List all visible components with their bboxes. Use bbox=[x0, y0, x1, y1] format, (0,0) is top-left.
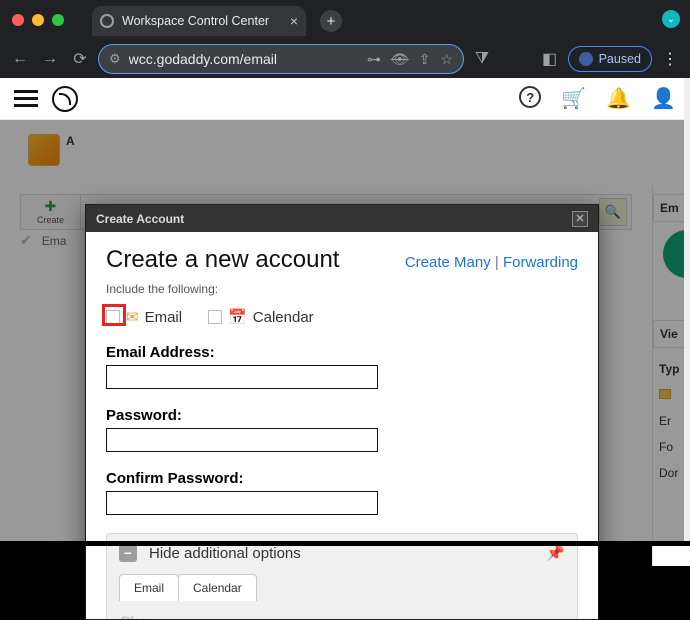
tab-overflow-icon[interactable]: ⌄ bbox=[662, 10, 680, 28]
browser-toolbar: ← → ⟳ ⚙ wcc.godaddy.com/email ⊶ 👁 ⇪ ☆ ⧩ … bbox=[0, 40, 690, 78]
modal-heading: Create a new account bbox=[106, 246, 339, 274]
cart-icon[interactable]: 🛒 bbox=[561, 86, 586, 111]
envelope-icon: ✉ bbox=[126, 308, 139, 326]
reload-icon[interactable]: ⟳ bbox=[68, 47, 92, 71]
email-address-input[interactable] bbox=[106, 365, 378, 389]
plan-label: Plan: bbox=[121, 613, 565, 619]
site-topnav: ? 🛒 🔔 👤 bbox=[0, 78, 690, 120]
option-calendar-label: Calendar bbox=[253, 309, 314, 326]
email-address-label: Email Address: bbox=[106, 344, 578, 361]
password-label: Password: bbox=[106, 407, 578, 424]
tab-favicon-icon bbox=[100, 14, 114, 28]
include-calendar-option[interactable]: 📅 Calendar bbox=[208, 308, 314, 326]
browser-tab[interactable]: Workspace Control Center × bbox=[92, 6, 306, 36]
collapse-icon[interactable]: − bbox=[119, 544, 137, 562]
account-icon[interactable]: 👤 bbox=[651, 86, 676, 111]
pin-icon[interactable]: 📌 bbox=[546, 544, 565, 562]
forwarding-link[interactable]: Forwarding bbox=[503, 254, 578, 271]
window-bottom-edge bbox=[0, 541, 690, 546]
link-separator: | bbox=[495, 254, 503, 271]
confirm-password-label: Confirm Password: bbox=[106, 470, 578, 487]
site-settings-icon[interactable]: ⚙ bbox=[109, 51, 121, 67]
maximize-window-icon[interactable] bbox=[52, 14, 64, 26]
paused-label: Paused bbox=[599, 52, 641, 66]
notifications-icon[interactable]: 🔔 bbox=[606, 86, 631, 111]
additional-options-panel: − Hide additional options 📌 Email Calend… bbox=[106, 533, 578, 619]
extensions-icon[interactable]: ⧩ bbox=[470, 47, 494, 71]
browser-menu-icon[interactable]: ⋮ bbox=[658, 49, 682, 69]
modal-close-button[interactable]: ✕ bbox=[572, 211, 588, 227]
help-icon[interactable]: ? bbox=[519, 86, 541, 108]
incognito-off-icon[interactable]: 👁 bbox=[391, 51, 409, 68]
confirm-password-input[interactable] bbox=[106, 491, 378, 515]
profile-paused-chip[interactable]: Paused bbox=[568, 46, 652, 72]
url-text: wcc.godaddy.com/email bbox=[129, 51, 359, 67]
include-label: Include the following: bbox=[106, 282, 578, 296]
bookmark-icon[interactable]: ☆ bbox=[440, 51, 453, 68]
additional-options-label[interactable]: Hide additional options bbox=[149, 545, 301, 562]
minimize-window-icon[interactable] bbox=[32, 14, 44, 26]
address-bar[interactable]: ⚙ wcc.godaddy.com/email ⊶ 👁 ⇪ ☆ bbox=[98, 44, 464, 74]
options-tab-calendar[interactable]: Calendar bbox=[178, 574, 257, 601]
option-email-label: Email bbox=[145, 309, 183, 326]
tab-close-icon[interactable]: × bbox=[290, 13, 298, 29]
share-icon[interactable]: ⇪ bbox=[419, 51, 431, 68]
create-account-modal: Create Account ✕ Create a new account Cr… bbox=[85, 204, 599, 620]
tab-title: Workspace Control Center bbox=[122, 14, 269, 28]
nav-back-icon[interactable]: ← bbox=[8, 47, 32, 71]
modal-header-links: Create Many | Forwarding bbox=[405, 254, 578, 271]
browser-chrome: Workspace Control Center × + ⌄ ← → ⟳ ⚙ w… bbox=[0, 0, 690, 78]
calendar-icon: 📅 bbox=[228, 308, 247, 326]
create-many-link[interactable]: Create Many bbox=[405, 254, 491, 271]
key-icon[interactable]: ⊶ bbox=[367, 51, 381, 68]
modal-title: Create Account bbox=[96, 212, 184, 226]
menu-icon[interactable] bbox=[14, 90, 38, 107]
options-tab-email[interactable]: Email bbox=[119, 574, 179, 601]
page-surface: ? 🛒 🔔 👤 A ✚ Create 🔍 ✔ Ema Em Vie Typ bbox=[0, 78, 690, 546]
godaddy-logo-icon[interactable] bbox=[52, 86, 78, 112]
close-window-icon[interactable] bbox=[12, 14, 24, 26]
page-scrollbar[interactable] bbox=[684, 78, 690, 546]
highlight-ring bbox=[102, 304, 126, 326]
password-input[interactable] bbox=[106, 428, 378, 452]
sidepanel-icon[interactable]: ◧ bbox=[538, 47, 562, 71]
nav-forward-icon[interactable]: → bbox=[38, 47, 62, 71]
calendar-checkbox[interactable] bbox=[208, 310, 222, 324]
new-tab-button[interactable]: + bbox=[320, 10, 342, 32]
modal-titlebar: Create Account ✕ bbox=[86, 205, 598, 232]
window-controls bbox=[12, 14, 64, 26]
profile-avatar-icon bbox=[579, 52, 593, 66]
